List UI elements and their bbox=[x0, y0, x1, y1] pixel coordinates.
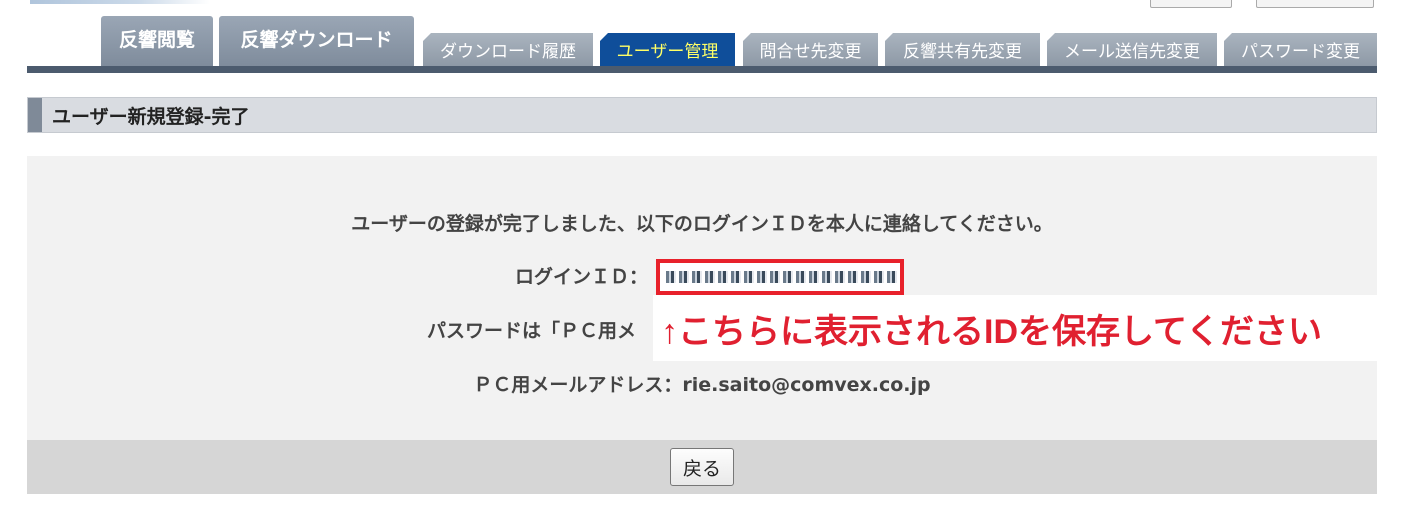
login-id-label: ログインＩＤ： bbox=[515, 266, 649, 288]
back-button[interactable]: 戻る bbox=[670, 448, 734, 486]
login-id-value bbox=[656, 259, 904, 295]
password-message: パスワードは「ＰＣ用メ bbox=[427, 320, 637, 342]
tab-hankyo-etsuran[interactable]: 反響閲覧 bbox=[101, 16, 213, 66]
save-id-annotation: ↑こちらに表示されるIDを保存してください bbox=[653, 295, 1385, 361]
tab-contact-change[interactable]: 問合せ先変更 bbox=[743, 33, 878, 66]
section-title-marker bbox=[28, 98, 42, 132]
tab-share-change[interactable]: 反響共有先変更 bbox=[885, 33, 1040, 66]
tab-hankyo-download[interactable]: 反響ダウンロード bbox=[219, 16, 414, 66]
tab-password-change[interactable]: パスワード変更 bbox=[1224, 33, 1377, 66]
section-title: ユーザー新規登録-完了 bbox=[27, 97, 1377, 133]
email-line: ＰＣ用メールアドレス：rie.saito@comvex.co.jp bbox=[473, 374, 931, 396]
tab-underline bbox=[27, 66, 1377, 73]
tab-download-history[interactable]: ダウンロード履歴 bbox=[423, 33, 593, 66]
tab-mail-change[interactable]: メール送信先変更 bbox=[1047, 33, 1217, 66]
complete-message: ユーザーの登録が完了しました、以下のログインＩＤを本人に連絡してください。 bbox=[351, 213, 1053, 235]
section-title-text: ユーザー新規登録-完了 bbox=[52, 105, 250, 128]
tab-bar: 反響閲覧 反響ダウンロード ダウンロード履歴 ユーザー管理 問合せ先変更 反響共… bbox=[27, 0, 1377, 75]
page: 反響閲覧 反響ダウンロード ダウンロード履歴 ユーザー管理 問合せ先変更 反響共… bbox=[0, 0, 1410, 527]
footer-bar: 戻る bbox=[27, 440, 1377, 494]
tab-user-management[interactable]: ユーザー管理 bbox=[600, 33, 735, 66]
